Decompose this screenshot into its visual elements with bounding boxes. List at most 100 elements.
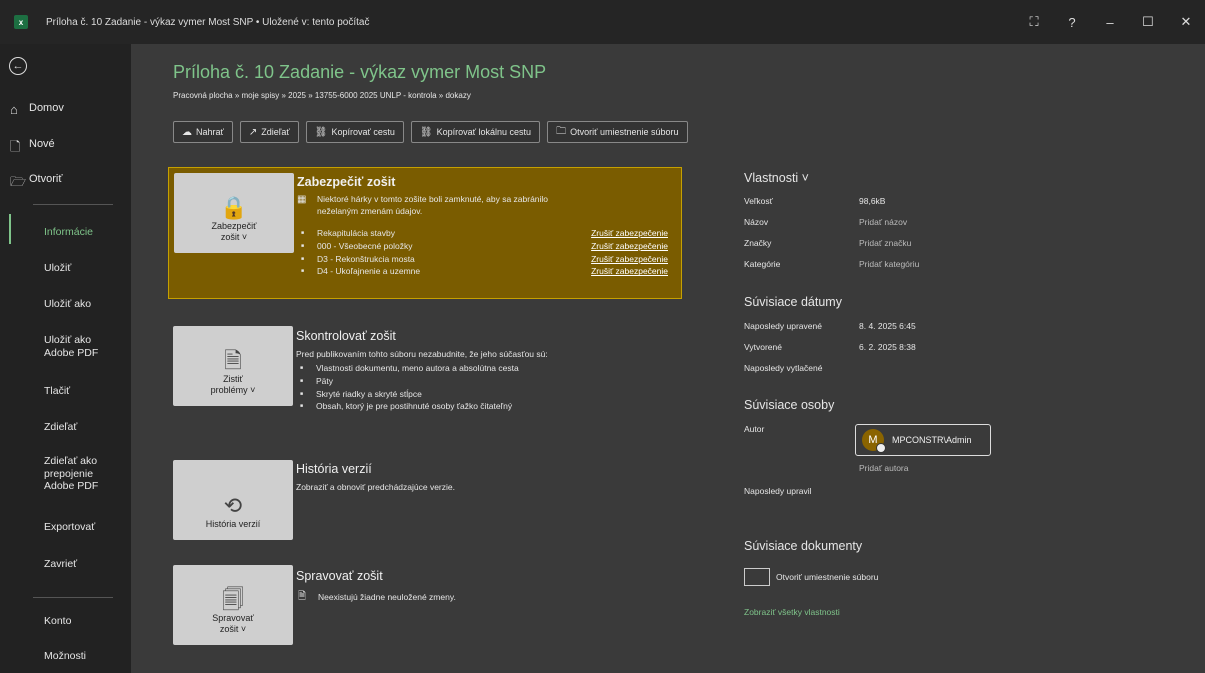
property-label: Názov <box>744 217 769 227</box>
properties-heading[interactable]: Vlastnosti ˅ <box>744 171 809 185</box>
upload-button[interactable]: ☁ Nahrať <box>173 121 233 143</box>
author-label: Autor <box>744 424 765 434</box>
button-label: Zdieľať <box>261 127 290 137</box>
property-label: Kategórie <box>744 259 781 269</box>
sidebar-item-share[interactable]: Zdieľať <box>44 421 77 434</box>
button-label: Spravovať zošit ˅ <box>212 613 254 634</box>
info-page: Príloha č. 10 Zadanie - výkaz vymer Most… <box>131 44 1205 673</box>
share-icon: ↗ <box>248 126 258 138</box>
sidebar-item-account[interactable]: Konto <box>44 615 71 628</box>
unprotect-link[interactable]: Zrušiť zabezpečenie <box>591 240 668 253</box>
link-icon: ⛓ <box>419 126 433 138</box>
account-icon[interactable]: ⛶ <box>1015 14 1053 30</box>
manage-description: Neexistujú žiadne neuložené zmeny. <box>318 592 456 602</box>
sheet-name: D3 - Rekonštrukcia mosta <box>317 253 415 264</box>
check-issues-button[interactable]: 🗎 Zistiť problémy ˅ <box>173 326 293 406</box>
list-item: Päty <box>296 375 519 388</box>
date-label: Naposledy upravené <box>744 321 822 331</box>
sheet-name: D4 - Ukoľajnenie a uzemne <box>317 266 421 277</box>
related-documents-heading: Súvisiace dokumenty <box>744 539 863 553</box>
unprotect-link[interactable]: Zrušiť zabezpečenie <box>591 253 668 266</box>
help-button[interactable]: ? <box>1053 15 1091 30</box>
close-button[interactable]: ✕ <box>1167 14 1205 30</box>
sidebar-item-home[interactable]: ⌂ Domov <box>0 102 131 118</box>
property-value[interactable]: Pridať názov <box>859 217 907 227</box>
sidebar-item-info[interactable]: Informácie <box>44 226 93 239</box>
sidebar-item-export[interactable]: Exportovať <box>44 521 95 534</box>
button-label: Zabezpečiť zošit ˅ <box>211 221 257 242</box>
button-label: Zistiť problémy ˅ <box>210 374 256 395</box>
file-toolbar: ☁ Nahrať ↗ Zdieľať ⛓ Kopírovať cestu ⛓ Kopír… <box>173 121 688 143</box>
active-indicator <box>9 214 11 244</box>
sidebar-item-save-as[interactable]: Uložiť ako <box>44 298 91 311</box>
author-chip[interactable]: M MPCONSTR\Admin <box>855 424 991 456</box>
list-item: Vlastnosti dokumentu, meno autora a abso… <box>296 362 519 375</box>
open-location-link[interactable]: Otvoriť umiestnenie súboru <box>744 568 878 586</box>
sidebar-item-share-pdf-link[interactable]: Zdieľať ako prepojenie Adobe PDF <box>44 455 98 493</box>
button-label: Otvoriť umiestnenie súboru <box>570 127 679 137</box>
list-item: 000 - Všeobecné položky Zrušiť zabezpečen… <box>297 240 675 253</box>
versions-description: Zobraziť a obnoviť predchádzajúce verzie… <box>296 482 455 492</box>
avatar: M <box>862 429 886 453</box>
property-value[interactable]: Pridať kategóriu <box>859 259 919 269</box>
copy-local-path-button[interactable]: ⛓ Kopírovať lokálnu cestu <box>410 121 541 143</box>
upload-icon: ☁ <box>182 126 192 138</box>
date-row: Naposledy vytlačené <box>744 363 822 373</box>
folder-icon: 🗀 <box>556 125 567 137</box>
minimize-button[interactable]: – <box>1091 15 1129 30</box>
divider <box>33 204 113 205</box>
backstage-sidebar: ← ⌂ Domov 🗋 Nové 🗁 Otvoriť Informácie Ul… <box>0 44 131 673</box>
protect-description: Niektoré hárky v tomto zošite boli zamkn… <box>317 194 549 216</box>
sidebar-item-options[interactable]: Možnosti <box>44 650 86 663</box>
manage-document-icon: 🗐 <box>222 587 244 612</box>
show-all-properties-link[interactable]: Zobraziť všetky vlastnosti <box>744 607 840 617</box>
share-button[interactable]: ↗ Zdieľať <box>239 121 299 143</box>
sheet-name: 000 - Všeobecné položky <box>317 240 413 251</box>
protect-title: Zabezpečiť zošit <box>297 175 396 189</box>
history-icon: ⟲ <box>223 493 243 518</box>
property-row: Značky Pridať značku <box>744 238 911 248</box>
sidebar-item-print[interactable]: Tlačiť <box>44 385 70 398</box>
property-value[interactable]: Pridať značku <box>859 238 911 248</box>
excel-app-icon: x <box>14 15 28 29</box>
property-row: Kategórie Pridať kategóriu <box>744 259 919 269</box>
date-label: Naposledy vytlačené <box>744 363 823 373</box>
version-history-button[interactable]: ⟲ História verzií <box>173 460 293 540</box>
sidebar-item-save[interactable]: Uložiť <box>44 262 71 275</box>
button-label: Nahrať <box>196 127 224 137</box>
page-title: Príloha č. 10 Zadanie - výkaz vymer Most… <box>173 62 547 82</box>
button-label: História verzií <box>205 519 261 529</box>
sidebar-item-new[interactable]: 🗋 Nové <box>0 138 131 154</box>
inspect-title: Skontrolovať zošit <box>296 329 396 343</box>
property-row: Názov Pridať názov <box>744 217 907 227</box>
maximize-button[interactable]: ☐ <box>1129 14 1167 30</box>
sidebar-item-close[interactable]: Zavrieť <box>44 558 77 571</box>
manage-title: Spravovať zošit <box>296 569 383 583</box>
list-item: D4 - Ukoľajnenie a uzemne Zrušiť zabezpeč… <box>297 265 675 278</box>
breadcrumb: Pracovná plocha » moje spisy » 2025 » 13… <box>173 91 471 100</box>
unprotect-link[interactable]: Zrušiť zabezpečenie <box>591 227 668 240</box>
button-label: Kopírovať lokálnu cestu <box>436 127 532 137</box>
folder-icon <box>744 568 770 586</box>
related-people-heading: Súvisiace osoby <box>744 398 835 412</box>
open-file-location-button[interactable]: 🗀 Otvoriť umiestnenie súboru <box>547 121 688 143</box>
divider <box>33 597 113 598</box>
back-arrow-icon[interactable]: ← <box>9 57 27 75</box>
protect-workbook-button[interactable]: 🔒 Zabezpečiť zošit ˅ <box>174 173 294 253</box>
list-item: Skryté riadky a skryté stĺpce <box>296 388 519 401</box>
add-author-link[interactable]: Pridať autora <box>859 463 909 473</box>
sidebar-item-label: Otvoriť <box>29 173 63 185</box>
date-value: 8. 4. 2025 6:45 <box>859 321 916 331</box>
manage-workbook-button[interactable]: 🗐 Spravovať zošit ˅ <box>173 565 293 645</box>
unsaved-changes-icon: 🗎 <box>298 591 307 602</box>
date-row: Naposledy upravené 8. 4. 2025 6:45 <box>744 321 916 331</box>
protect-workbook-panel: 🔒 Zabezpečiť zošit ˅ Zabezpečiť zošit ▦ … <box>168 167 682 299</box>
sidebar-item-save-as-pdf[interactable]: Uložiť ako Adobe PDF <box>44 334 98 359</box>
button-label: Kopírovať cestu <box>331 127 395 137</box>
list-item: D3 - Rekonštrukcia mosta Zrušiť zabezpeče… <box>297 253 675 266</box>
protected-sheets-list: Rekapitulácia stavbyZrušiť zabezpečenie … <box>297 227 675 278</box>
related-dates-heading: Súvisiace dátumy <box>744 295 842 309</box>
sidebar-item-open[interactable]: 🗁 Otvoriť <box>0 173 131 189</box>
unprotect-link[interactable]: Zrušiť zabezpečenie <box>591 265 668 278</box>
copy-path-button[interactable]: ⛓ Kopírovať cestu <box>305 121 404 143</box>
